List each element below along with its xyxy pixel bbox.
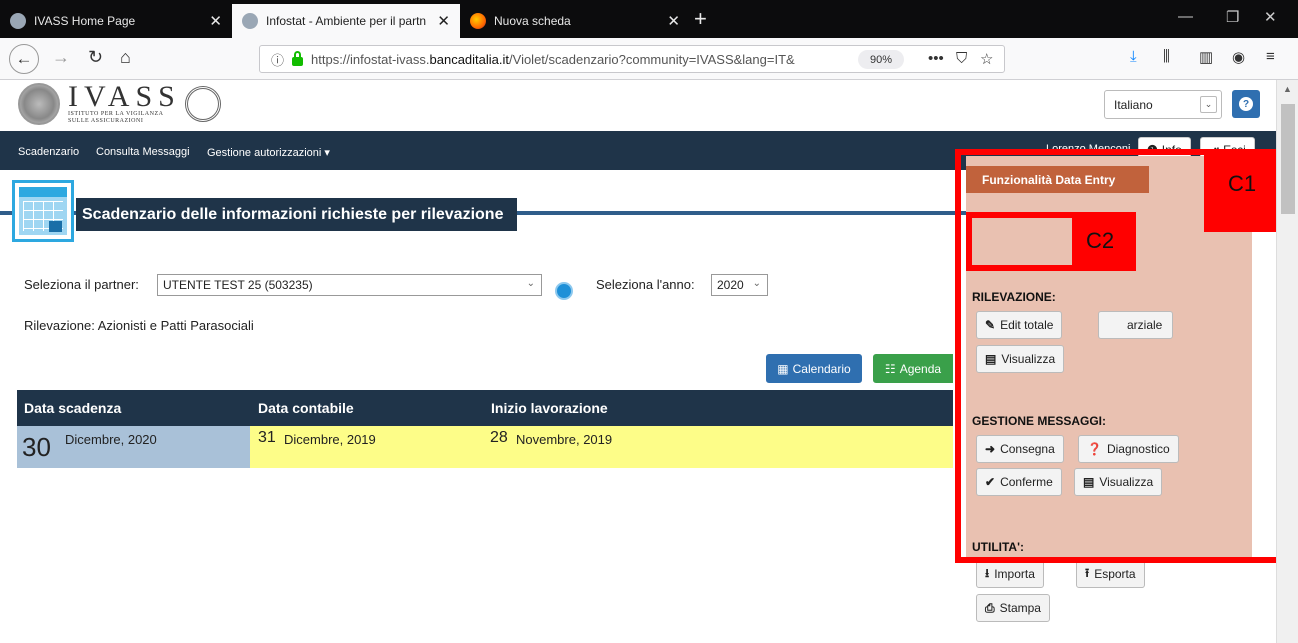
forward-arrow-icon[interactable]: →: [52, 47, 70, 68]
info-icon[interactable]: ⓘ: [271, 50, 284, 69]
importa-label: Importa: [994, 567, 1035, 581]
close-icon[interactable]: ✕: [667, 12, 680, 30]
emblem-icon: [18, 83, 60, 125]
rilevazione-label: Rilevazione: Azionisti e Patti Parasocia…: [24, 318, 254, 333]
account-icon[interactable]: ◉: [1232, 48, 1245, 66]
chevron-down-icon: ⌄: [526, 278, 535, 289]
esporta-button[interactable]: ⭱ Esporta: [1076, 560, 1145, 588]
tab-title: IVASS Home Page: [34, 14, 136, 28]
tab-title: Nuova scheda: [494, 14, 571, 28]
partner-value: UTENTE TEST 25 (503235): [163, 278, 313, 292]
column-header: Data contabile: [258, 400, 354, 416]
month-year: Dicembre, 2019: [284, 432, 376, 447]
lock-icon: [292, 50, 304, 66]
calendar-icon: [12, 180, 74, 242]
table-cell-data-scadenza[interactable]: 30 Dicembre, 2020: [17, 426, 250, 468]
partner-select[interactable]: UTENTE TEST 25 (503235) ⌄: [157, 274, 542, 296]
annotation-label-c2: C2: [1072, 212, 1136, 271]
bookmark-star-icon[interactable]: ☆: [980, 50, 993, 68]
month-year: Dicembre, 2020: [65, 432, 157, 447]
window-close-icon[interactable]: ✕: [1264, 8, 1277, 26]
language-value: Italiano: [1114, 97, 1153, 112]
stampa-label: Stampa: [999, 601, 1041, 615]
firefox-icon: [470, 13, 486, 29]
export-icon: ⭱: [1085, 565, 1090, 580]
import-icon: ⭳: [985, 565, 990, 580]
ivass-logo[interactable]: IVASS ISTITUTO PER LA VIGILANZA SULLE AS…: [18, 80, 221, 125]
day-number: 30: [22, 432, 51, 462]
menu-icon[interactable]: ≡: [1266, 48, 1275, 65]
zoom-level[interactable]: 90%: [858, 50, 904, 69]
minimize-icon[interactable]: —: [1178, 8, 1193, 25]
page-title: Scadenzario delle informazioni richieste…: [76, 198, 518, 231]
menu-consulta-messaggi[interactable]: Consulta Messaggi: [96, 146, 190, 158]
chevron-down-icon: ⌄: [1200, 96, 1217, 113]
table-header: Data scadenza Data contabile Inizio lavo…: [17, 390, 953, 426]
reload-icon[interactable]: ↻: [88, 47, 103, 68]
year-select[interactable]: 2020 ⌄: [711, 274, 768, 296]
restore-icon[interactable]: ❐: [1226, 8, 1239, 26]
month-year: Novembre, 2019: [516, 432, 613, 447]
page-actions-icon[interactable]: •••: [928, 50, 944, 67]
agenda-label: Agenda: [899, 361, 942, 376]
logo-subtitle: SULLE ASSICURAZIONI: [68, 118, 144, 124]
back-arrow-icon[interactable]: ←: [9, 44, 39, 74]
tab-nuova-scheda[interactable]: Nuova scheda ✕: [460, 4, 690, 38]
close-icon[interactable]: ✕: [437, 12, 450, 30]
calendar-label: Calendario: [792, 361, 851, 376]
day-number: 31: [258, 429, 276, 446]
partner-label: Seleziona il partner:: [24, 277, 139, 292]
annotation-label-c1: C1: [1204, 149, 1282, 232]
close-icon[interactable]: ✕: [209, 12, 222, 30]
stampa-button[interactable]: ⎙ Stampa: [976, 594, 1050, 622]
browser-tab-bar: IVASS Home Page ✕ Infostat - Ambiente pe…: [0, 0, 1298, 38]
download-icon[interactable]: ⤓: [1130, 48, 1137, 65]
print-icon: ⎙: [985, 600, 995, 615]
column-header: Inizio lavorazione: [491, 400, 608, 416]
ivass-favicon-icon: [242, 13, 258, 29]
knot-emblem-icon: [184, 86, 221, 122]
agenda-button[interactable]: ☷ Agenda: [873, 354, 953, 383]
refresh-icon[interactable]: [555, 282, 573, 300]
calendar-icon: ▦: [777, 361, 789, 376]
table-cell-data-contabile[interactable]: 31 Dicembre, 2019 28 Novembre, 2019: [250, 426, 953, 468]
esporta-label: Esporta: [1094, 567, 1136, 581]
year-label: Seleziona l'anno:: [596, 277, 695, 292]
agenda-icon: ☷: [884, 361, 896, 376]
pocket-icon[interactable]: ⛉: [956, 50, 967, 67]
tab-ivass-home[interactable]: IVASS Home Page ✕: [0, 4, 232, 38]
column-header: Data scadenza: [24, 400, 122, 416]
tab-infostat[interactable]: Infostat - Ambiente per il partn ✕: [232, 4, 460, 38]
ivass-favicon-icon: [10, 13, 26, 29]
page-scrollbar[interactable]: ▲: [1276, 80, 1298, 643]
browser-nav-bar: ← → ↻ ⌂ ⓘ https://infostat-ivass.bancadi…: [0, 38, 1298, 80]
day-number: 28: [490, 429, 508, 446]
address-bar[interactable]: ⓘ https://infostat-ivass.bancaditalia.it…: [259, 45, 1005, 73]
question-icon: ?: [1239, 97, 1253, 111]
help-button[interactable]: ?: [1232, 90, 1260, 118]
tab-title: Infostat - Ambiente per il partn: [266, 14, 427, 28]
calendar-button[interactable]: ▦ Calendario: [766, 354, 862, 383]
scroll-up-icon[interactable]: ▲: [1283, 84, 1292, 94]
new-tab-icon[interactable]: +: [694, 6, 707, 32]
home-icon[interactable]: ⌂: [120, 47, 131, 68]
importa-button[interactable]: ⭳ Importa: [976, 560, 1044, 588]
url-text[interactable]: https://infostat-ivass.bancaditalia.it/V…: [311, 52, 851, 67]
scrollbar-thumb[interactable]: [1281, 104, 1295, 214]
menu-scadenzario[interactable]: Scadenzario: [18, 146, 79, 158]
year-value: 2020: [717, 278, 744, 292]
library-icon[interactable]: ⫼: [1163, 48, 1170, 65]
chevron-down-icon: ⌄: [752, 278, 761, 289]
logo-text: IVASS: [68, 80, 181, 113]
menu-gestione-autorizzazioni[interactable]: Gestione autorizzazioni ▾: [207, 146, 330, 159]
language-select[interactable]: Italiano ⌄: [1104, 90, 1222, 119]
sidebar-icon[interactable]: ▥: [1199, 48, 1213, 66]
